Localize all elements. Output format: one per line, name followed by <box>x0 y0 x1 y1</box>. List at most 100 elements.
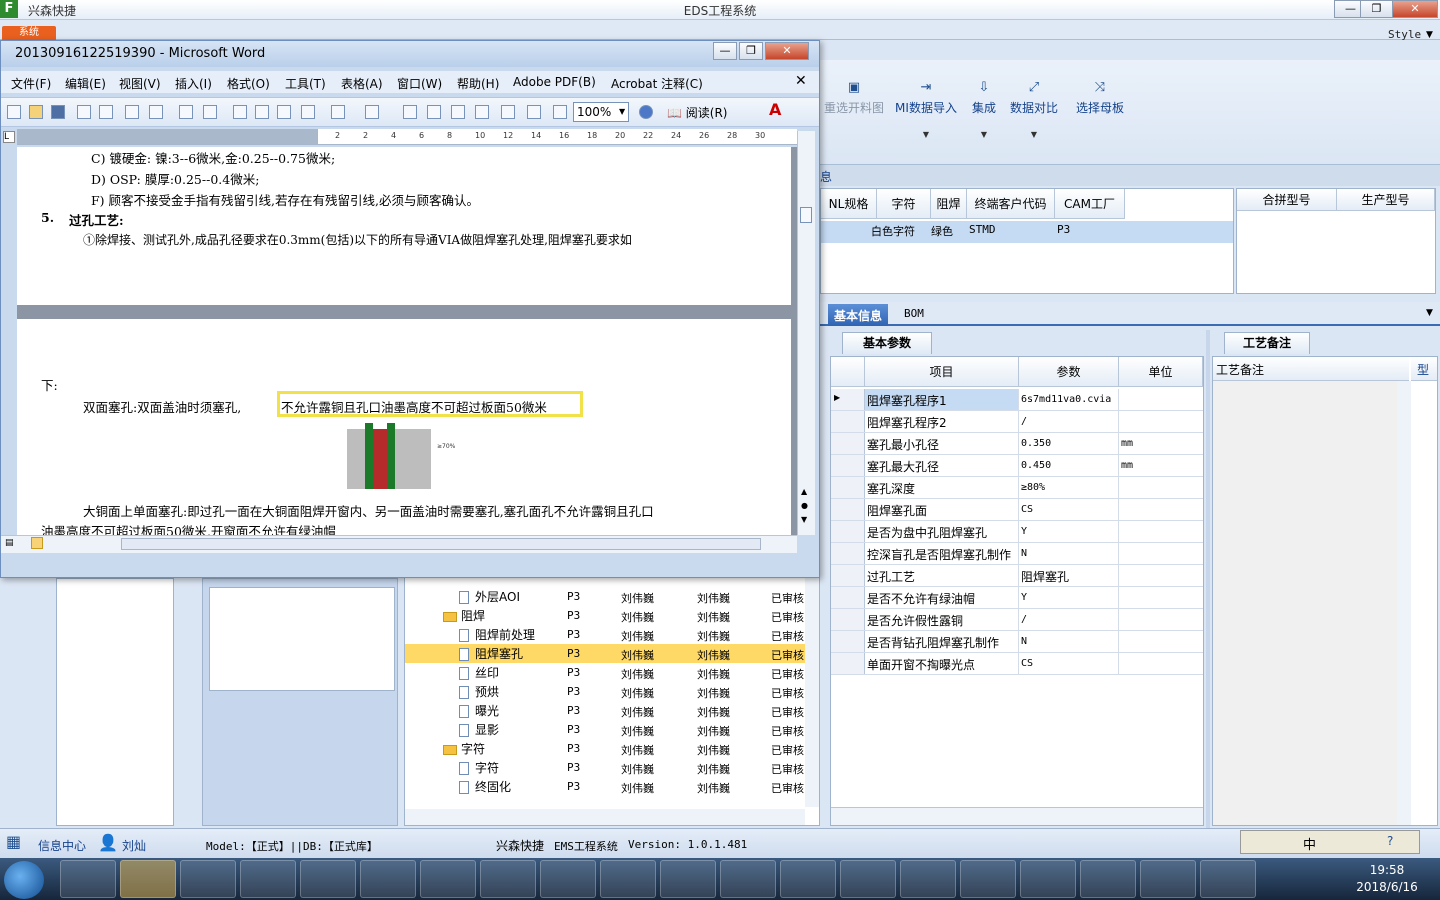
print-icon[interactable] <box>125 105 139 119</box>
column-header[interactable]: CAM工厂 <box>1055 189 1125 219</box>
column-header[interactable]: 项目 <box>865 357 1019 387</box>
type-column-header[interactable]: 型 <box>1411 357 1437 381</box>
word-horizontal-scrollbar[interactable]: ▤ <box>1 535 797 553</box>
taskbar-excel-icon[interactable] <box>600 860 656 898</box>
row-selector[interactable] <box>831 653 865 674</box>
spelling-icon[interactable] <box>179 105 193 119</box>
tab-process-notes[interactable]: 工艺备注 <box>1224 332 1310 354</box>
table-row[interactable]: 单面开窗不掏曝光点 CS <box>831 653 1203 675</box>
data-compare-button[interactable]: ⤢ 数据对比 ▼ <box>1008 80 1060 139</box>
open-icon[interactable] <box>29 105 43 119</box>
undo-icon[interactable] <box>331 105 345 119</box>
print-preview-icon[interactable] <box>149 105 163 119</box>
param-value[interactable]: ≥80% <box>1019 477 1119 498</box>
column-header[interactable]: 终端客户代码 <box>967 189 1055 219</box>
param-value[interactable]: / <box>1019 411 1119 432</box>
tree-row[interactable]: 终固化 P3 刘伟巍 刘伟巍 已审核 <box>405 777 805 796</box>
tree-node[interactable]: 阻焊前处理 <box>459 626 535 643</box>
taskbar-app-icon[interactable] <box>1080 860 1136 898</box>
row-selector[interactable] <box>831 609 865 630</box>
row-selector[interactable] <box>831 565 865 586</box>
taskbar-app-icon[interactable] <box>1200 860 1256 898</box>
param-value[interactable]: / <box>1019 609 1119 630</box>
insert-table-icon[interactable] <box>451 105 465 119</box>
param-value[interactable]: 阻焊塞孔 <box>1019 565 1119 586</box>
mi-import-button[interactable]: ⇥ MI数据导入 ▼ <box>894 80 958 139</box>
tree-node[interactable]: 外层AOI <box>459 588 520 605</box>
zoom-dropdown-icon[interactable]: ▼ <box>619 107 625 116</box>
taskbar-save-icon[interactable] <box>660 860 716 898</box>
table-row[interactable]: 塞孔深度 ≥80% <box>831 477 1203 499</box>
tree-node[interactable]: 丝印 <box>459 664 499 681</box>
taskbar-excel-icon[interactable] <box>480 860 536 898</box>
restore-button[interactable]: ❐ <box>1360 0 1393 18</box>
menu-table[interactable]: 表格(A) <box>341 75 383 92</box>
menu-tools[interactable]: 工具(T) <box>285 75 326 92</box>
word-minimize-button[interactable]: — <box>713 42 737 60</box>
tree-row[interactable]: 预烘 P3 刘伟巍 刘伟巍 已审核 <box>405 682 805 701</box>
format-painter-icon[interactable] <box>301 105 315 119</box>
menu-adobe-pdf[interactable]: Adobe PDF(B) <box>513 75 596 89</box>
param-value[interactable]: Y <box>1019 587 1119 608</box>
new-icon[interactable] <box>7 105 21 119</box>
ime-chinese-icon[interactable]: 中 <box>1303 834 1316 853</box>
style-dropdown-icon[interactable]: ▼ <box>1426 30 1433 40</box>
word-close-button[interactable]: ✕ <box>765 42 809 60</box>
table-row[interactable]: 阻焊塞孔面 CS <box>831 499 1203 521</box>
row-selector[interactable] <box>831 411 865 432</box>
taskbar-app-icon[interactable] <box>1140 860 1196 898</box>
column-header[interactable]: NL规格 <box>821 189 877 219</box>
ime-toolbar[interactable]: 中 ? <box>1240 830 1420 854</box>
taskbar-excel-icon[interactable] <box>540 860 596 898</box>
next-page-icon[interactable]: ▼ <box>801 515 807 524</box>
research-icon[interactable] <box>203 105 217 119</box>
tree-node[interactable]: 曝光 <box>459 702 499 719</box>
tree-node[interactable]: 预烘 <box>459 683 499 700</box>
row-selector[interactable] <box>831 543 865 564</box>
normal-view-icon[interactable]: ▤ <box>5 538 14 548</box>
help-icon[interactable] <box>639 105 653 119</box>
table-row[interactable]: 控深盲孔是否阻焊塞孔制作 N <box>831 543 1203 565</box>
tree-node[interactable]: 终固化 <box>459 778 511 795</box>
table-row[interactable]: 是否不允许有绿油帽 Y <box>831 587 1203 609</box>
column-header[interactable]: 阻焊 <box>931 189 967 219</box>
menu-view[interactable]: 视图(V) <box>119 75 161 92</box>
ime-help-icon[interactable]: ? <box>1387 834 1393 848</box>
chevron-down-icon[interactable]: ▼ <box>1426 308 1433 318</box>
email-icon[interactable] <box>99 105 113 119</box>
param-value[interactable]: N <box>1019 631 1119 652</box>
redo-icon[interactable] <box>365 105 379 119</box>
table-row[interactable]: ▶ 阻焊塞孔程序1 6s7md11va0.cvia <box>831 389 1203 411</box>
taskbar-access-icon[interactable] <box>780 860 836 898</box>
menu-help[interactable]: 帮助(H) <box>457 75 499 92</box>
notes-column-header[interactable]: 工艺备注 <box>1213 357 1409 381</box>
taskbar-eds-icon[interactable] <box>300 860 356 898</box>
column-header[interactable]: 字符 <box>877 189 931 219</box>
panel-splitter[interactable] <box>1206 330 1210 828</box>
param-value[interactable]: 0.450 <box>1019 455 1119 476</box>
tab-basic-info[interactable]: 基本信息 <box>828 304 889 326</box>
row-selector[interactable] <box>831 521 865 542</box>
tree-node[interactable]: 字符 <box>459 759 499 776</box>
tree-vscroll[interactable] <box>805 571 819 807</box>
tab-stop-selector[interactable]: L <box>3 131 15 143</box>
table-row[interactable]: 是否为盘中孔阻焊塞孔 Y <box>831 521 1203 543</box>
font-color-icon[interactable]: A <box>769 100 781 119</box>
row-selector[interactable]: ▶ <box>831 389 865 410</box>
table-row[interactable]: 过孔工艺 阻焊塞孔 <box>831 565 1203 587</box>
param-hscroll[interactable] <box>831 807 1203 825</box>
system-menu-tab[interactable]: 系统 <box>2 26 56 40</box>
row-selector[interactable] <box>831 433 865 454</box>
start-button[interactable] <box>4 861 44 899</box>
row-selector[interactable] <box>831 499 865 520</box>
tree-row[interactable]: 显影 P3 刘伟巍 刘伟巍 已审核 <box>405 720 805 739</box>
h-scroll-thumb[interactable] <box>121 538 761 550</box>
paste-icon[interactable] <box>277 105 291 119</box>
save-icon[interactable] <box>51 105 65 119</box>
tables-borders-icon[interactable] <box>427 105 441 119</box>
param-value[interactable]: 6s7md11va0.cvia <box>1019 389 1119 410</box>
integrate-button[interactable]: ⇩ 集成 ▼ <box>966 80 1002 139</box>
taskbar-app-icon[interactable] <box>60 860 116 898</box>
taskbar-app-icon[interactable] <box>1020 860 1076 898</box>
taskbar-app-icon[interactable] <box>840 860 896 898</box>
